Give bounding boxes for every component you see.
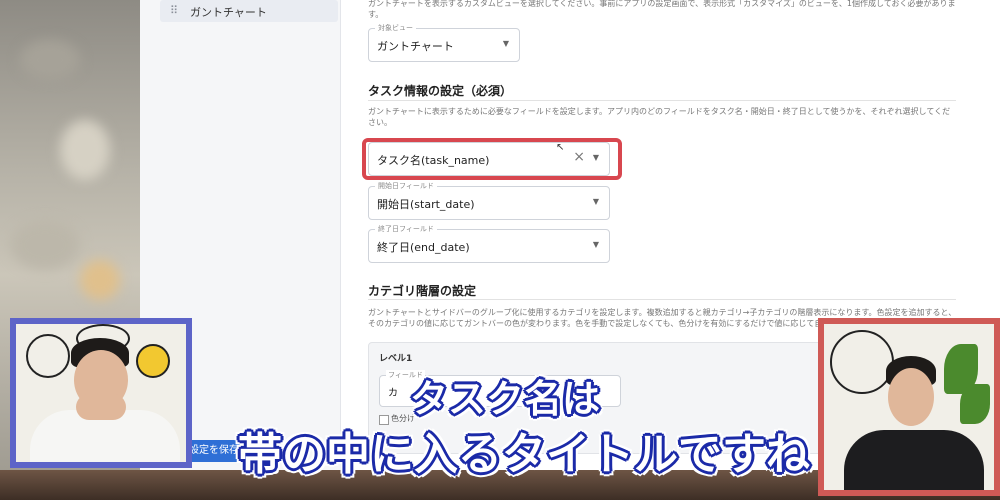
target-view-select[interactable]: 対象ビュー ガントチャート ▼ <box>368 23 520 62</box>
drag-handle-icon[interactable]: ⠿ <box>170 4 178 17</box>
divider <box>368 100 956 101</box>
chevron-down-icon[interactable]: ▼ <box>593 240 599 249</box>
task-section-description: ガントチャートに表示するために必要なフィールドを設定します。アプリ内のどのフィー… <box>368 107 951 127</box>
start-date-select[interactable]: 開始日フィールド 開始日(start_date) ▼ <box>368 181 610 220</box>
select-value: 開始日(start_date) <box>377 198 475 211</box>
mouse-cursor-icon: ↖ <box>556 142 565 153</box>
save-settings-button[interactable]: 設定を保存 <box>184 440 244 462</box>
sidebar-item-gantt[interactable]: ⠿ ガントチャート <box>160 0 338 22</box>
select-value: 終了日(end_date) <box>377 241 470 254</box>
caption-line-1: タスク名は <box>410 377 601 421</box>
category-section-title: カテゴリ階層の設定 <box>368 284 477 298</box>
highlight-box <box>362 138 622 180</box>
level-label: レベル1 <box>379 354 413 364</box>
chevron-down-icon[interactable]: ▼ <box>503 39 509 48</box>
select-value: カ <box>388 388 398 399</box>
webcam-left <box>10 318 192 468</box>
select-value: ガントチャート <box>377 40 454 53</box>
end-date-select[interactable]: 終了日フィールド 終了日(end_date) ▼ <box>368 224 610 263</box>
caption-line-2: 帯の中に入るタイトルですね <box>238 429 810 480</box>
person <box>888 368 934 426</box>
webcam-right <box>818 318 1000 496</box>
view-description: ガントチャートを表示するカスタムビューを選択してください。事前にアプリの設定画面… <box>368 0 956 19</box>
field-legend: 終了日フィールド <box>375 224 437 234</box>
divider <box>368 299 956 300</box>
field-legend: 開始日フィールド <box>375 181 437 191</box>
sidebar-item-label: ガントチャート <box>190 6 267 19</box>
chevron-down-icon[interactable]: ▼ <box>593 197 599 206</box>
task-section-title: タスク情報の設定（必須） <box>368 84 513 98</box>
field-legend: 対象ビュー <box>375 23 416 33</box>
